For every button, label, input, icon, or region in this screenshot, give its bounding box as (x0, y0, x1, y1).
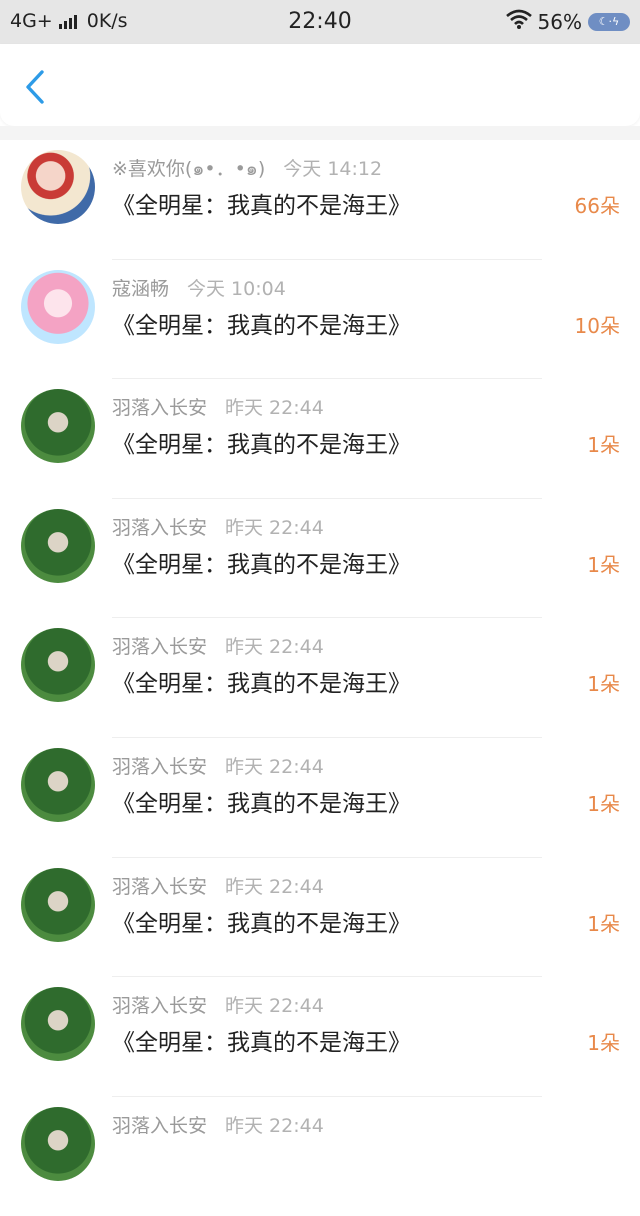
username: 羽落入长安 (112, 636, 208, 659)
header-divider (0, 126, 640, 140)
username: 羽落入长安 (112, 397, 208, 420)
back-button[interactable] (18, 68, 52, 106)
book-title: 《全明星：我真的不是海王》 (112, 790, 411, 817)
list-item[interactable]: 羽落入长安 昨天 22:44 《全明星：我真的不是海王》 1朵 (0, 499, 640, 619)
list-item[interactable]: 羽落入长安 昨天 22:44 (0, 1097, 640, 1216)
timestamp: 昨天 22:44 (225, 755, 324, 778)
avatar[interactable] (21, 987, 95, 1062)
battery-icon: ☾·ϟ (588, 12, 630, 31)
flower-count: 1朵 (587, 1031, 620, 1056)
username: 羽落入长安 (112, 1114, 208, 1137)
book-title: 《全明星：我真的不是海王》 (112, 312, 411, 339)
flower-count: 1朵 (587, 552, 620, 577)
username: 羽落入长安 (112, 995, 208, 1018)
flower-count: 66朵 (574, 194, 620, 218)
status-bar: 4G+ 0K/s 22:40 56% ☾·ϟ (0, 0, 640, 44)
book-title: 《全明星：我真的不是海王》 (112, 432, 411, 459)
book-title: 《全明星：我真的不是海王》 (112, 671, 411, 698)
timestamp: 昨天 22:44 (225, 1114, 324, 1137)
timestamp: 昨天 22:44 (225, 397, 324, 420)
wifi-icon (505, 9, 532, 34)
battery-percent: 56% (537, 9, 582, 34)
flower-count: 1朵 (587, 791, 620, 816)
username: ※喜欢你(๑•．•๑) (112, 158, 266, 180)
flower-count: 1朵 (587, 672, 620, 697)
timestamp: 今天 10:04 (187, 277, 286, 300)
avatar[interactable] (21, 867, 95, 942)
book-title: 《全明星：我真的不是海王》 (112, 1030, 411, 1057)
book-title: 《全明星：我真的不是海王》 (112, 910, 411, 937)
timestamp: 昨天 22:44 (225, 516, 324, 539)
list-item[interactable]: 羽落入长安 昨天 22:44 《全明星：我真的不是海王》 1朵 (0, 977, 640, 1097)
top-nav (0, 44, 640, 126)
avatar[interactable] (21, 747, 95, 822)
flower-count: 1朵 (587, 911, 620, 936)
list-item[interactable]: ※喜欢你(๑•．•๑) 今天 14:12 《全明星：我真的不是海王》 66朵 (0, 140, 640, 260)
gift-record-list: ※喜欢你(๑•．•๑) 今天 14:12 《全明星：我真的不是海王》 66朵 寇涵… (0, 140, 640, 1216)
username: 羽落入长安 (112, 516, 208, 539)
username: 寇涵畅 (112, 277, 170, 300)
book-title: 《全明星：我真的不是海王》 (112, 193, 411, 219)
avatar[interactable] (21, 389, 95, 464)
status-right: 56% ☾·ϟ (505, 9, 630, 34)
avatar[interactable] (21, 269, 95, 344)
username: 羽落入长安 (112, 755, 208, 778)
timestamp: 昨天 22:44 (225, 995, 324, 1018)
timestamp: 今天 14:12 (283, 158, 383, 180)
list-item[interactable]: 羽落入长安 昨天 22:44 《全明星：我真的不是海王》 1朵 (0, 858, 640, 978)
timestamp: 昨天 22:44 (225, 636, 324, 659)
list-item[interactable]: 羽落入长安 昨天 22:44 《全明星：我真的不是海王》 1朵 (0, 738, 640, 858)
timestamp: 昨天 22:44 (225, 875, 324, 898)
avatar[interactable] (21, 1106, 95, 1181)
flower-count: 1朵 (587, 433, 620, 458)
list-item[interactable]: 羽落入长安 昨天 22:44 《全明星：我真的不是海王》 1朵 (0, 618, 640, 738)
avatar[interactable] (21, 508, 95, 583)
avatar[interactable] (21, 628, 95, 703)
avatar[interactable] (21, 150, 95, 224)
list-item[interactable]: 寇涵畅 今天 10:04 《全明星：我真的不是海王》 10朵 (0, 260, 640, 380)
flower-count: 10朵 (574, 313, 620, 338)
chevron-left-icon (26, 70, 44, 104)
list-item[interactable]: 羽落入长安 昨天 22:44 《全明星：我真的不是海王》 1朵 (0, 379, 640, 499)
username: 羽落入长安 (112, 875, 208, 898)
book-title: 《全明星：我真的不是海王》 (112, 551, 411, 578)
